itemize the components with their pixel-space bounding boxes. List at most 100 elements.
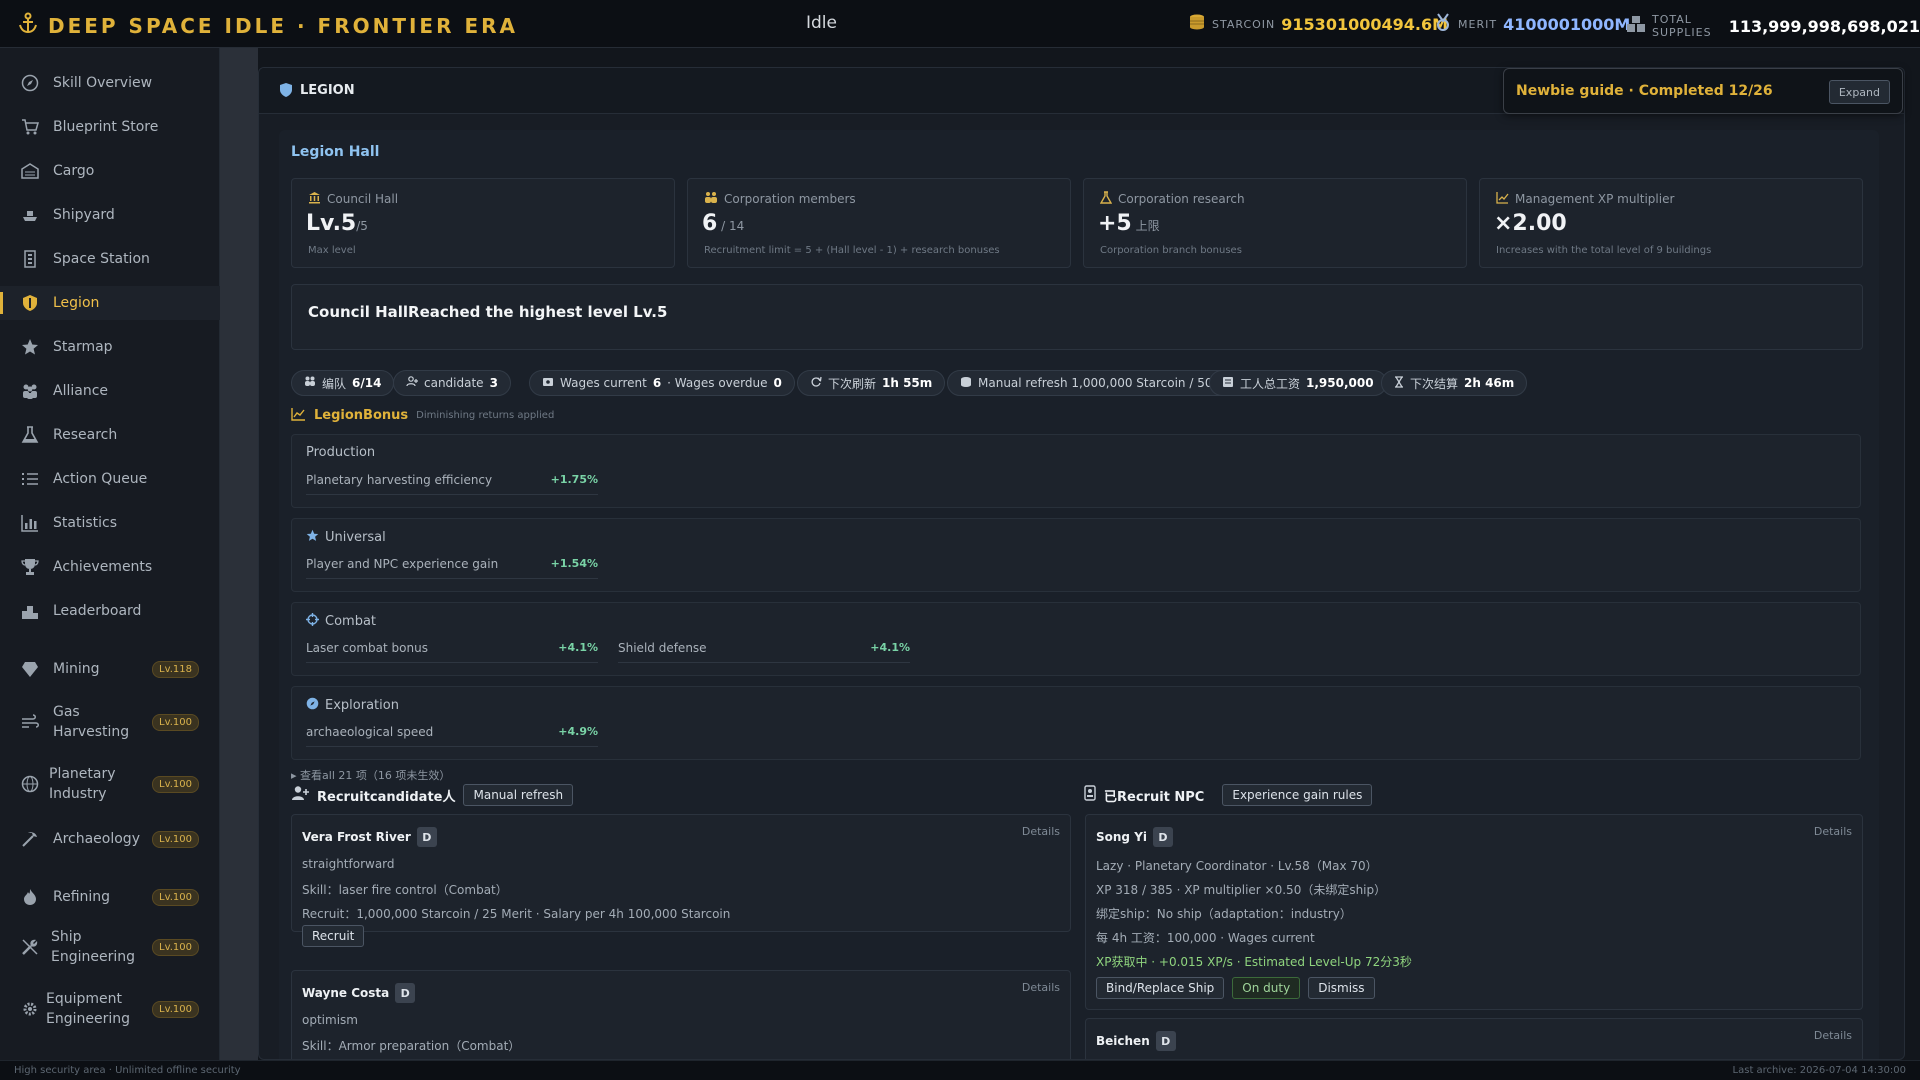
level-badge: Lv.118 (152, 660, 199, 678)
card-title: Corporation research (1099, 191, 1245, 207)
supplies-resource: TOTAL SUPPLIES 113,999,998,698,021 (1626, 13, 1920, 39)
sidebar-item-starmap[interactable]: Starmap (0, 330, 220, 364)
cart-icon (20, 117, 40, 137)
bonus-label: Planetary harvesting efficiency (306, 473, 493, 487)
sidebar-skill-refining[interactable]: Refining Lv.100 (0, 880, 220, 914)
npc-name-text: Song Yi (1096, 830, 1147, 844)
sidebar-item-statistics[interactable]: Statistics (0, 506, 220, 540)
card-title: Corporation members (704, 191, 856, 207)
card-title: Council Hall (308, 191, 398, 207)
expand-button[interactable]: Expand (1828, 80, 1890, 104)
starcoin-resource: STARCOIN 915301000494.6M (1188, 13, 1448, 35)
candidate-trait: straightforward (302, 857, 395, 871)
banner-text: Council HallReached the highest level Lv… (308, 303, 668, 321)
sidebar-item-achievements[interactable]: Achievements (0, 550, 220, 584)
card-sub: Recruitment limit = 5 + (Hall level - 1)… (704, 245, 1000, 256)
npc-card: Song Yi D Details Lazy · Planetary Coordi… (1085, 814, 1863, 1010)
sidebar-item-research[interactable]: Research (0, 418, 220, 452)
bonus-group-title: Production (306, 445, 376, 460)
manual-refresh-button[interactable]: Manual refresh (463, 784, 574, 806)
sidebar: Skill Overview Blueprint Store Cargo Shi… (0, 48, 220, 1060)
npc-card: Beichen D Details (1085, 1018, 1863, 1059)
bind-ship-button[interactable]: Bind/Replace Ship (1096, 977, 1225, 999)
details-link[interactable]: Details (1022, 981, 1060, 994)
hourglass-icon (1394, 375, 1404, 391)
wind-icon (20, 712, 40, 732)
sidebar-item-blueprint-store[interactable]: Blueprint Store (0, 110, 220, 144)
bonus-group-name: Exploration (325, 698, 399, 713)
line-chart-icon (291, 406, 306, 425)
bonus-value: +1.54% (550, 557, 598, 570)
sidebar-item-space-station[interactable]: Space Station (0, 242, 220, 276)
sidebar-skill-gas-harvesting[interactable]: Gas Harvesting Lv.100 (0, 698, 220, 746)
sidebar-skill-mining[interactable]: Mining Lv.118 (0, 652, 220, 686)
sidebar-item-leaderboard[interactable]: Leaderboard (0, 594, 220, 628)
details-link[interactable]: Details (1814, 825, 1852, 838)
sidebar-item-label: Alliance (53, 383, 109, 399)
starcoin-value: 915301000494.6M (1281, 14, 1449, 34)
bonus-value: +4.9% (558, 725, 598, 738)
sidebar-item-label: Research (53, 427, 118, 443)
bonus-label: archaeological speed (306, 725, 434, 739)
xp-multiplier-card: Management XP multiplier ×2.00 Increases… (1479, 178, 1863, 268)
candidate-name-text: Wayne Costa (302, 986, 390, 1000)
sidebar-item-label: Planetary Industry (49, 766, 116, 802)
sidebar-skill-equipment-engineering[interactable]: Equipment Engineering Lv.100 (0, 985, 220, 1033)
boxes-icon (1626, 15, 1646, 37)
sidebar-item-label: Ship Engineering (51, 929, 135, 965)
sidebar-item-shipyard[interactable]: Shipyard (0, 198, 220, 232)
sidebar-skill-planetary-industry[interactable]: Planetary Industry Lv.100 (0, 760, 220, 808)
details-link[interactable]: Details (1022, 825, 1060, 838)
card-title-text: Corporation members (724, 192, 856, 206)
card-title-text: Council Hall (327, 192, 399, 206)
dismiss-button[interactable]: Dismiss (1308, 977, 1375, 999)
candidate-cost: Recruit：1,000,000 Starcoin / 25 Merit · … (302, 907, 731, 921)
shield-icon (279, 82, 293, 102)
top-bar: DEEP SPACE IDLE · FRONTIER ERA Idle STAR… (0, 0, 1920, 48)
legion-hall-panel: Legion Hall Council Hall Lv.5/5 Max leve… (279, 130, 1879, 1059)
bonus-group-title: Combat (306, 613, 376, 630)
npc-header: 已Recruit NPC Experience gain rules (1084, 784, 1373, 806)
bonus-group-name: Combat (325, 614, 377, 629)
level-badge: Lv.100 (152, 775, 199, 793)
npc-profile: Lazy · Planetary Coordinator · Lv.58（Max… (1096, 859, 1378, 873)
details-link[interactable]: Details (1814, 1029, 1852, 1042)
grade-badge: D (395, 983, 416, 1003)
sidebar-item-alliance[interactable]: Alliance (0, 374, 220, 408)
card-title-text: Corporation research (1118, 192, 1245, 206)
card-value-main: 6 (702, 211, 718, 236)
candidate-skill: Skill：Armor preparation（Combat） (302, 1039, 521, 1053)
starcoin-label: STARCOIN (1212, 17, 1276, 31)
sidebar-skill-archaeology[interactable]: Archaeology Lv.100 (0, 822, 220, 856)
flask-icon (20, 425, 40, 445)
recruit-button[interactable]: Recruit (302, 925, 365, 947)
overdue-label: · Wages overdue (667, 376, 768, 390)
recruit-header: Recruitcandidate人 Manual refresh (291, 784, 574, 806)
xp-rules-button[interactable]: Experience gain rules (1222, 784, 1373, 806)
settle-value: 2h 46m (1464, 376, 1515, 390)
merit-label: MERIT (1458, 17, 1498, 31)
total-wage-chip: 工人总工资 1,950,000 (1209, 370, 1387, 396)
sidebar-item-skill-overview[interactable]: Skill Overview (0, 66, 220, 100)
sidebar-item-cargo[interactable]: Cargo (0, 154, 220, 188)
app-brand: DEEP SPACE IDLE · FRONTIER ERA (18, 12, 518, 39)
sidebar-skill-ship-engineering[interactable]: Ship Engineering Lv.100 (0, 923, 220, 971)
sidebar-item-label: Mining (53, 661, 100, 677)
level-badge: Lv.100 (152, 830, 199, 848)
sidebar-item-label: Skill Overview (53, 75, 153, 91)
level-badge: Lv.100 (152, 713, 199, 731)
on-duty-button[interactable]: On duty (1232, 977, 1301, 999)
bonus-note: Diminishing returns applied (416, 410, 555, 421)
sidebar-item-action-queue[interactable]: Action Queue (0, 462, 220, 496)
ship-icon (20, 205, 40, 225)
footer: High security area · Unlimited offline s… (0, 1060, 1920, 1080)
podium-icon (20, 601, 40, 621)
people-icon (20, 381, 40, 401)
npc-title: 已Recruit NPC (1104, 789, 1205, 805)
wages-value: 6 (652, 376, 662, 390)
card-sub: Increases with the total level of 9 buil… (1496, 245, 1712, 256)
sidebar-item-legion[interactable]: Legion (0, 286, 220, 320)
wallet-icon (542, 376, 554, 390)
view-all-toggle[interactable]: ▸ 查看all 21 项（16 项未生效） (291, 767, 450, 783)
medal-icon (1434, 13, 1452, 35)
